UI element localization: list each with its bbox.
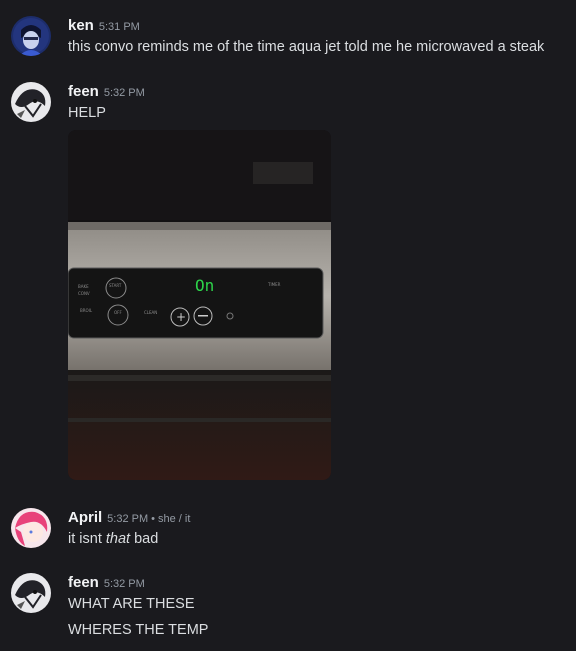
message-text: WHAT ARE THESE	[68, 596, 195, 612]
author-name-text[interactable]: feen	[68, 574, 99, 591]
message-feen-2: feen 5:32 PM WHAT ARE THESE WHERES THE TE…	[0, 0, 576, 651]
author-name[interactable]: feen 5:32 PM	[68, 574, 145, 591]
avatar-feen-image	[11, 573, 51, 613]
avatar-feen[interactable]	[11, 573, 51, 613]
message-text: WHERES THE TEMP	[68, 622, 209, 638]
timestamp: 5:32 PM	[103, 578, 145, 590]
